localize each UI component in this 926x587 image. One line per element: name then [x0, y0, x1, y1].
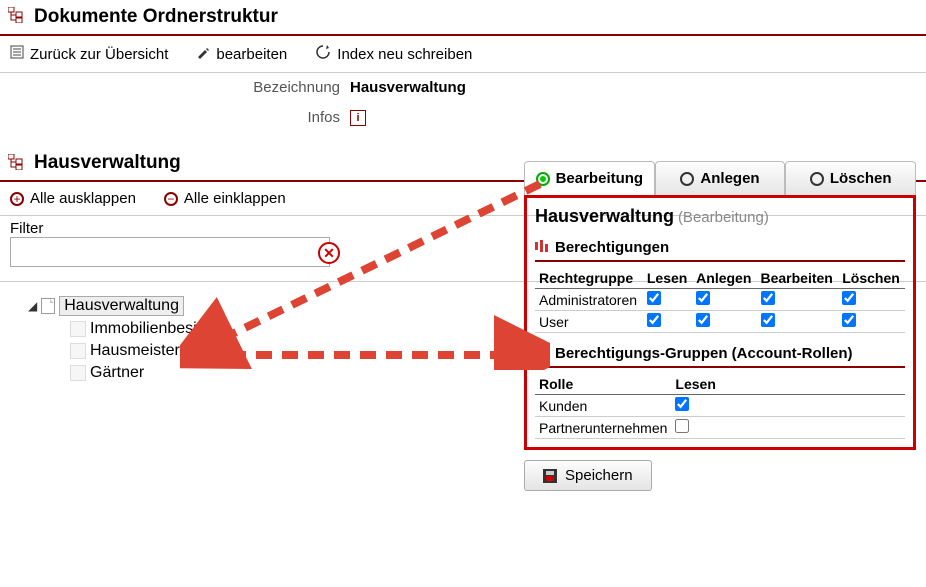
- chk-loeschen[interactable]: [842, 291, 856, 305]
- tree-child-label[interactable]: Hausmeister: [90, 342, 180, 360]
- pencil-icon: [196, 45, 210, 63]
- folder-icon: [70, 321, 86, 337]
- tree-icon: [8, 154, 24, 173]
- radio-active-icon: [536, 172, 550, 186]
- table-row: User: [535, 311, 905, 333]
- section-berechtigungen: Berechtigungen: [535, 233, 905, 262]
- section-berechtigungen-label: Berechtigungen: [555, 239, 669, 256]
- page-header: Dokumente Ordnerstruktur: [0, 0, 926, 36]
- toolbar: Zurück zur Übersicht bearbeiten Index ne…: [0, 36, 926, 73]
- collapse-all-button[interactable]: − Alle einklappen: [164, 190, 286, 207]
- col-rolle-lesen: Lesen: [671, 374, 905, 395]
- infos-label: Infos: [0, 109, 350, 126]
- tab-bearbeitung[interactable]: Bearbeitung: [524, 161, 655, 195]
- page-title: Dokumente Ordnerstruktur: [34, 6, 278, 28]
- tree-root-label[interactable]: Hausverwaltung: [59, 296, 184, 316]
- chk-loeschen[interactable]: [842, 313, 856, 327]
- refresh-icon: [315, 44, 331, 64]
- filter-label: Filter: [10, 220, 43, 237]
- tab-anlegen[interactable]: Anlegen: [655, 161, 786, 195]
- chk-rolle-lesen[interactable]: [675, 397, 689, 411]
- radio-icon: [810, 172, 824, 186]
- col-rolle: Rolle: [535, 374, 671, 395]
- table-row: Administratoren: [535, 289, 905, 311]
- tab-bearbeitung-label: Bearbeitung: [556, 170, 644, 187]
- chk-rolle-lesen[interactable]: [675, 419, 689, 433]
- col-rechtegruppe: Rechtegruppe: [535, 268, 643, 289]
- collapse-caret-icon[interactable]: ◢: [28, 299, 37, 313]
- back-label: Zurück zur Übersicht: [30, 46, 168, 63]
- folder-icon: [70, 343, 86, 359]
- save-icon: [543, 469, 557, 483]
- row-name: User: [535, 311, 643, 333]
- list-icon: [10, 45, 24, 63]
- col-lesen: Lesen: [643, 268, 692, 289]
- sub-title: Hausverwaltung: [34, 152, 181, 174]
- save-button[interactable]: Speichern: [524, 460, 652, 491]
- edit-label: bearbeiten: [216, 46, 287, 63]
- back-link[interactable]: Zurück zur Übersicht: [10, 44, 168, 64]
- section-gruppen: Berechtigungs-Gruppen (Account-Rollen): [535, 339, 905, 368]
- row-name: Administratoren: [535, 289, 643, 311]
- table-row: Partnerunternehmen: [535, 417, 905, 439]
- detail-form: Bezeichnung Hausverwaltung Infos i: [0, 73, 926, 132]
- permissions-panel: Bearbeitung Anlegen Löschen Hausverwaltu…: [524, 161, 916, 491]
- folder-icon: [70, 365, 86, 381]
- plus-circle-icon: +: [10, 192, 24, 206]
- chk-bearbeiten[interactable]: [761, 291, 775, 305]
- chk-anlegen[interactable]: [696, 313, 710, 327]
- role-name: Partnerunternehmen: [535, 417, 671, 439]
- filter-input[interactable]: [10, 237, 330, 267]
- radio-icon: [680, 172, 694, 186]
- permissions-box: Hausverwaltung (Bearbeitung) Berechtigun…: [524, 195, 916, 450]
- tree-icon: [8, 7, 24, 28]
- reindex-link[interactable]: Index neu schreiben: [315, 44, 472, 64]
- roles-table: Rolle Lesen Kunden Partnerunternehmen: [535, 374, 905, 439]
- table-row: Kunden: [535, 395, 905, 417]
- edit-link[interactable]: bearbeiten: [196, 44, 287, 64]
- chk-lesen[interactable]: [647, 291, 661, 305]
- chk-bearbeiten[interactable]: [761, 313, 775, 327]
- permissions-icon: [535, 239, 549, 256]
- role-name: Kunden: [535, 395, 671, 417]
- save-label: Speichern: [565, 467, 633, 484]
- reindex-label: Index neu schreiben: [337, 46, 472, 63]
- chk-lesen[interactable]: [647, 313, 661, 327]
- tab-loeschen-label: Löschen: [830, 170, 892, 187]
- tree-child-label[interactable]: Immobilienbesitzer: [90, 320, 223, 338]
- expand-all-label: Alle ausklappen: [30, 190, 136, 207]
- bezeichnung-label: Bezeichnung: [0, 79, 350, 96]
- rights-table: Rechtegruppe Lesen Anlegen Bearbeiten Lö…: [535, 268, 905, 333]
- clear-filter-icon[interactable]: ✕: [318, 242, 340, 264]
- col-bearbeiten: Bearbeiten: [757, 268, 839, 289]
- tab-loeschen[interactable]: Löschen: [785, 161, 916, 195]
- bezeichnung-value: Hausverwaltung: [350, 79, 466, 96]
- info-icon[interactable]: i: [350, 110, 366, 126]
- permission-tabs: Bearbeitung Anlegen Löschen: [524, 161, 916, 195]
- minus-circle-icon: −: [164, 192, 178, 206]
- chk-anlegen[interactable]: [696, 291, 710, 305]
- perm-title-suffix: (Bearbeitung): [678, 209, 769, 226]
- expand-all-button[interactable]: + Alle ausklappen: [10, 190, 136, 207]
- tab-anlegen-label: Anlegen: [700, 170, 759, 187]
- col-anlegen: Anlegen: [692, 268, 756, 289]
- groups-icon: [535, 345, 549, 362]
- perm-title: Hausverwaltung: [535, 206, 674, 226]
- col-loeschen: Löschen: [838, 268, 905, 289]
- document-icon: [41, 298, 55, 314]
- tree-child-label[interactable]: Gärtner: [90, 364, 144, 382]
- collapse-all-label: Alle einklappen: [184, 190, 286, 207]
- section-gruppen-label: Berechtigungs-Gruppen (Account-Rollen): [555, 345, 853, 362]
